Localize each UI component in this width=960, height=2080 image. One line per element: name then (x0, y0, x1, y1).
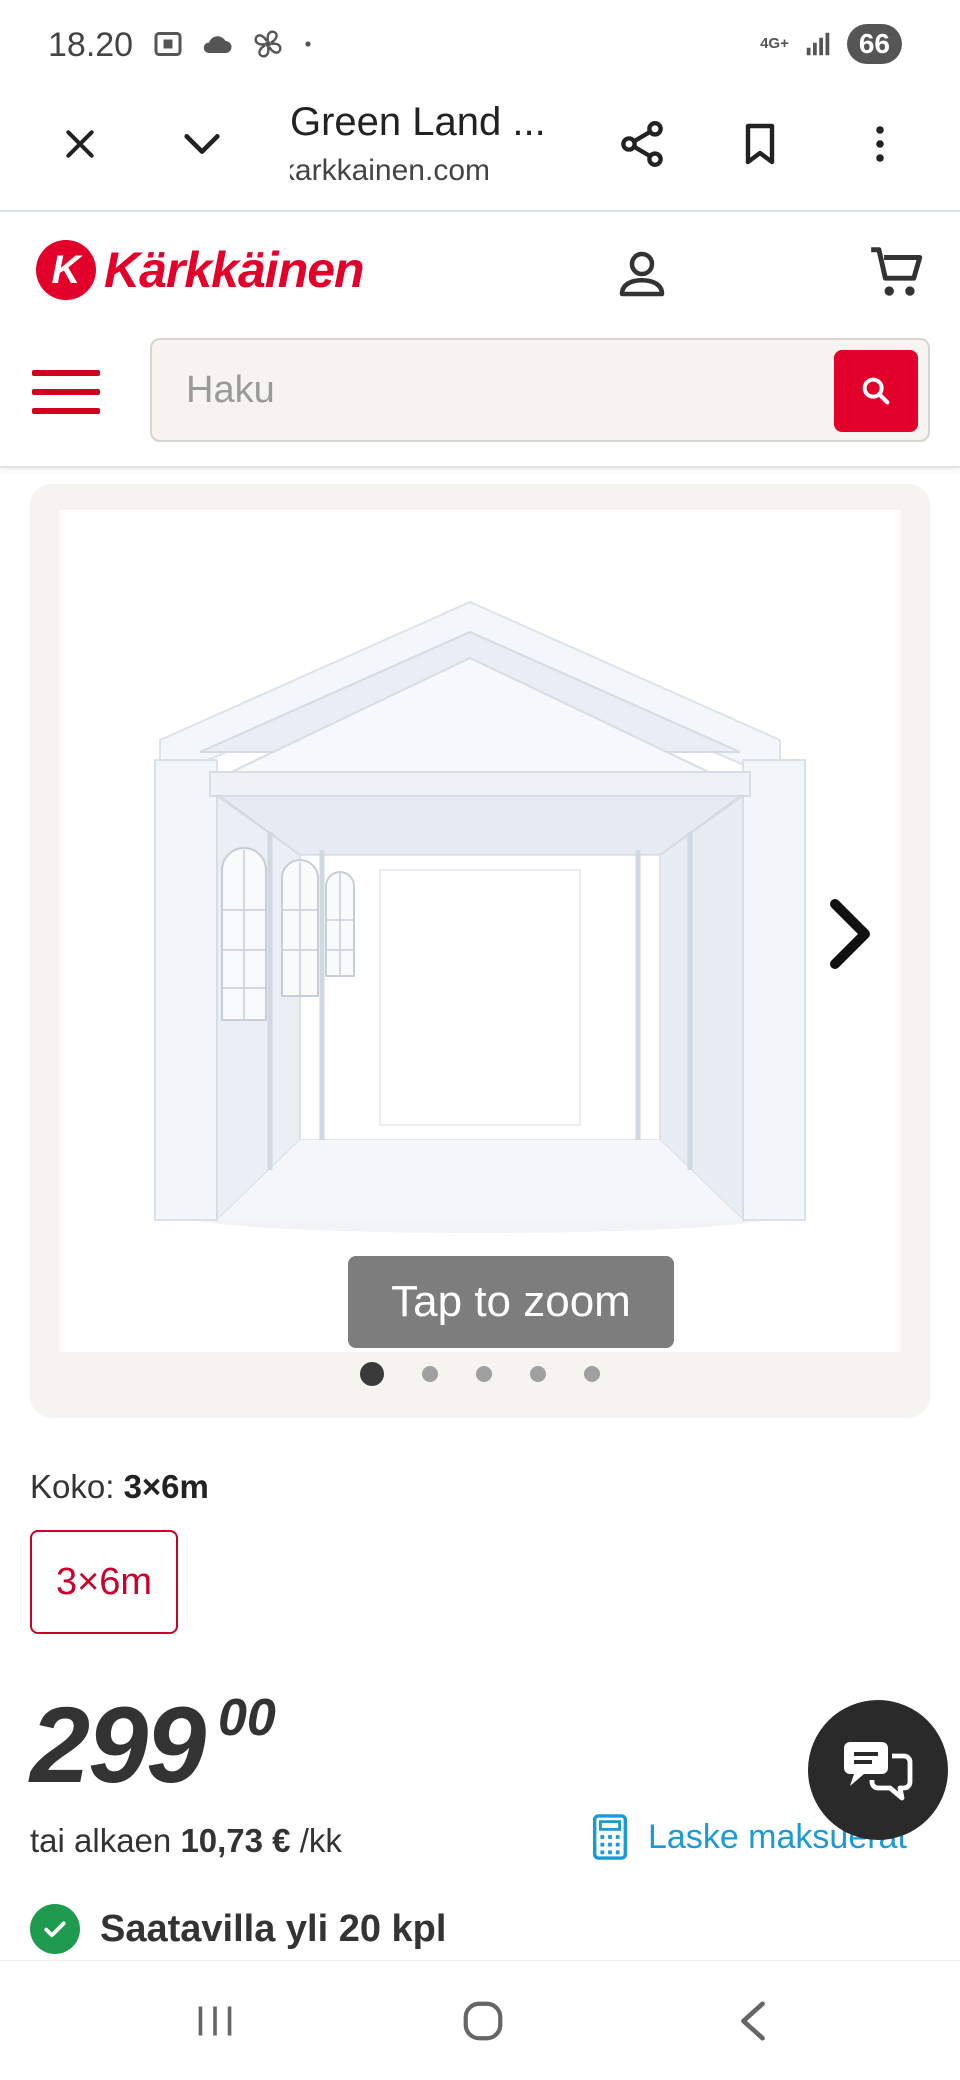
recent-apps-button[interactable] (185, 1991, 245, 2051)
logo-text: Kärkkäinen (104, 242, 365, 298)
price-integer: 299 (30, 1684, 206, 1805)
back-icon (741, 2001, 765, 2041)
fan-icon (254, 30, 282, 58)
back-button[interactable] (723, 1991, 783, 2051)
page-title[interactable]: Green Land ... (290, 100, 546, 145)
status-bar: 18.20 4G+ 66 (0, 0, 960, 86)
size-option-button[interactable]: 3×6m (30, 1530, 178, 1634)
recent-apps-icon (198, 2006, 232, 2036)
gallery-dot[interactable] (584, 1366, 600, 1382)
search-button[interactable] (834, 350, 918, 432)
status-notification-icons (150, 26, 316, 62)
installment-info: tai alkaen 10,73 € /kk (30, 1822, 342, 1860)
site-logo[interactable]: K Kärkkäinen (36, 240, 365, 300)
installment-suffix: /kk (299, 1822, 342, 1859)
screenshot-icon (154, 32, 182, 56)
home-icon (463, 2001, 503, 2041)
stock-text: Saatavilla yli 20 kpl (100, 1907, 447, 1950)
product-gallery: Tap to zoom (30, 484, 930, 1418)
network-indicator: 4G+ (760, 35, 789, 52)
status-right: 4G+ 66 (760, 24, 902, 64)
cart-icon[interactable] (866, 242, 928, 304)
share-button[interactable] (610, 112, 674, 176)
close-tab-button[interactable] (48, 112, 112, 176)
home-button[interactable] (453, 1991, 513, 2051)
tent-image (154, 600, 806, 1233)
gallery-dot[interactable] (422, 1366, 438, 1382)
more-options-button[interactable] (848, 112, 912, 176)
cloud-icon (203, 36, 232, 53)
system-navigation-bar (0, 1960, 960, 2080)
signal-icon (806, 32, 830, 56)
status-time: 18.20 (48, 26, 134, 64)
search-input[interactable] (172, 358, 772, 422)
size-label: Koko: 3×6m (30, 1468, 209, 1506)
size-selected-value: 3×6m (123, 1468, 209, 1505)
menu-button[interactable] (30, 364, 102, 420)
user-account-icon[interactable] (612, 244, 672, 304)
logo-mark: K (36, 240, 96, 300)
gallery-dot[interactable] (476, 1366, 492, 1382)
chevron-right-icon[interactable] (820, 894, 880, 974)
installment-amount: 10,73 € (180, 1822, 291, 1859)
bookmark-icon (745, 123, 775, 165)
bookmark-button[interactable] (728, 112, 792, 176)
product-image[interactable]: Tap to zoom (60, 510, 900, 1352)
size-label-text: Koko: (30, 1468, 115, 1505)
dot-icon (305, 41, 311, 47)
menu-line (32, 408, 100, 414)
chat-button[interactable] (808, 1700, 948, 1840)
page-url[interactable]: karkkainen.com (290, 154, 490, 188)
search-bar (150, 338, 930, 442)
search-icon (862, 377, 890, 405)
price: 299 00 (30, 1682, 276, 1807)
site-header: K Kärkkäinen (0, 214, 960, 468)
price-decimals: 00 (218, 1689, 276, 1747)
share-icon (621, 121, 663, 167)
browser-toolbar: Green Land ... karkkainen.com (0, 86, 960, 212)
installment-prefix: tai alkaen (30, 1822, 172, 1859)
close-icon (66, 130, 94, 158)
check-icon (30, 1904, 80, 1954)
more-vertical-icon (876, 126, 884, 162)
gallery-dot[interactable] (360, 1362, 384, 1386)
menu-line (32, 370, 100, 376)
chat-icon (844, 1742, 913, 1801)
menu-line (32, 389, 100, 395)
calculator-icon (592, 1814, 628, 1860)
gallery-pagination (30, 1362, 930, 1386)
battery-badge: 66 (846, 24, 902, 64)
tap-to-zoom-button[interactable]: Tap to zoom (348, 1256, 674, 1348)
minimize-button[interactable] (170, 112, 234, 176)
gallery-dot[interactable] (530, 1366, 546, 1382)
stock-status: Saatavilla yli 20 kpl (30, 1904, 446, 1954)
chevron-down-icon (184, 134, 220, 154)
